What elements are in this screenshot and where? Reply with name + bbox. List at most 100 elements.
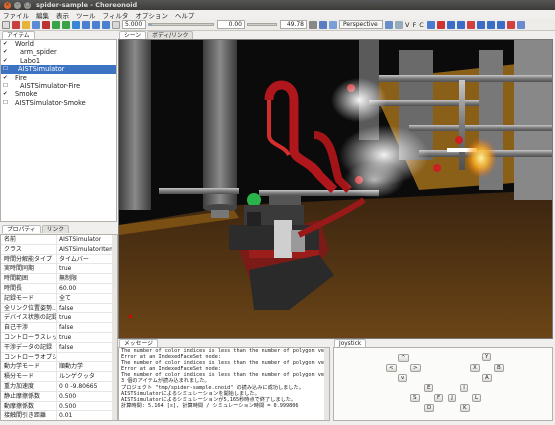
settings-icon[interactable] [112, 20, 120, 29]
property-value[interactable]: true [57, 333, 71, 342]
current-time-field[interactable]: 0.00 [217, 20, 245, 29]
close-window-button[interactable]: × [4, 1, 11, 9]
joystick-a-button[interactable]: A [482, 374, 492, 382]
property-value[interactable]: 全て [57, 294, 71, 303]
view-mode-select[interactable]: Perspective [339, 20, 383, 29]
property-row[interactable]: 積分モード ルンゲクッタ [1, 372, 117, 382]
message-view[interactable]: The number of color indices is less than… [118, 347, 330, 421]
stop-icon[interactable] [42, 20, 50, 29]
toggle-f[interactable]: F [412, 21, 416, 29]
tree-item-aistsimulator-fire[interactable]: ☐ AISTSimulator-Fire [1, 82, 116, 90]
scene-view[interactable] [118, 39, 553, 339]
joystick-y-button[interactable]: Y [482, 353, 492, 361]
property-value[interactable]: 60.00 [57, 284, 76, 293]
tree-item-smoke[interactable]: ✔ Smoke [1, 90, 116, 98]
fast-forward-icon[interactable] [72, 20, 80, 29]
move-icon[interactable] [446, 20, 455, 29]
property-value[interactable]: 0.01 [57, 411, 72, 420]
play-animation-icon[interactable] [92, 20, 100, 29]
property-row[interactable]: 全リンク位置姿勢... false [1, 303, 117, 314]
menu-tools[interactable]: ツール [76, 10, 96, 20]
joystick-i-button[interactable]: I [460, 384, 468, 392]
property-row[interactable]: 時間範囲 無制限 [1, 274, 117, 284]
property-value[interactable]: 0.500 [57, 392, 76, 401]
property-value[interactable]: 順動力学 [57, 362, 83, 371]
joystick-up-button[interactable]: ^ [398, 354, 409, 362]
property-row[interactable]: コントローラオプション [1, 352, 117, 363]
property-scrollbar[interactable] [112, 235, 117, 420]
property-value[interactable]: AISTSimulator [57, 235, 101, 244]
menu-filter[interactable]: フィルタ [103, 10, 129, 20]
joystick-s-button[interactable]: S [410, 394, 420, 402]
property-value[interactable]: false [57, 343, 73, 352]
menu-help[interactable]: ヘルプ [175, 10, 195, 20]
time-step-field[interactable]: 5.000 [122, 20, 146, 29]
property-value[interactable]: false [57, 323, 73, 332]
maximize-window-button[interactable]: □ [24, 1, 31, 9]
property-row[interactable]: 干渉データの記録 false [1, 342, 117, 353]
toggle-v[interactable]: V [405, 21, 409, 29]
menu-file[interactable]: ファイル [3, 10, 29, 20]
tree-item-aistsimulator-smoke[interactable]: ☐ AISTSimulator-Smoke [1, 99, 116, 107]
property-row[interactable]: 自己干渉 false [1, 323, 117, 333]
property-value[interactable]: ルンゲクッタ [57, 372, 95, 381]
resume-icon[interactable] [62, 20, 70, 29]
checkbox-aistsimulator[interactable]: ☐ [3, 66, 8, 72]
checkbox-smoke[interactable]: ✔ [3, 92, 8, 98]
time-range-slider[interactable] [247, 23, 277, 26]
property-value[interactable] [57, 353, 59, 362]
view-select-icon[interactable] [319, 20, 327, 29]
zoom-icon[interactable] [329, 20, 337, 29]
new-icon[interactable] [2, 20, 10, 29]
pause-icon[interactable] [102, 20, 110, 29]
property-value[interactable]: false [57, 304, 73, 313]
tab-links[interactable]: リンク [41, 225, 70, 233]
property-row[interactable]: 接触間引き距離 0.01 [1, 411, 117, 420]
tree-item-fire[interactable]: ✔ Fire [1, 74, 116, 82]
joystick-j-button[interactable]: J [448, 394, 456, 402]
rotate-icon[interactable] [456, 20, 465, 29]
joystick-k-button[interactable]: K [460, 404, 470, 412]
menu-edit[interactable]: 編集 [36, 10, 49, 20]
property-row[interactable]: 静止摩擦係数 0.500 [1, 391, 117, 402]
tree-item-arm-spider[interactable]: ✔ arm_spider [1, 48, 116, 56]
checkbox-aistsimulator-fire[interactable]: ☐ [3, 83, 8, 89]
property-row[interactable]: 動力学モード 順動力学 [1, 362, 117, 373]
property-row[interactable]: 名前 AISTSimulator [1, 235, 117, 245]
play-icon[interactable] [52, 20, 60, 29]
joystick-left-button[interactable]: < [386, 364, 397, 372]
joystick-l-button[interactable]: L [472, 394, 482, 402]
tab-scene[interactable]: シーン [119, 31, 147, 39]
property-row[interactable]: 時間分解能タイプ タイムバー [1, 254, 117, 265]
property-value[interactable]: AISTSimulatorItem [57, 245, 115, 254]
minimize-window-button[interactable]: – [14, 1, 21, 9]
menu-view[interactable]: 表示 [56, 10, 69, 20]
joystick-e-button[interactable]: E [424, 384, 434, 392]
tree-item-labo1[interactable]: ✔ Labo1 [1, 57, 116, 65]
time-slider[interactable] [148, 23, 214, 26]
tree-item-aistsimulator[interactable]: ☐ AISTSimulator [1, 65, 116, 74]
property-row[interactable]: 記録モード 全て [1, 293, 117, 304]
checkbox-labo1[interactable]: ✔ [3, 58, 8, 64]
tree-item-world[interactable]: ✔ World [1, 40, 116, 48]
joystick-b-button[interactable]: B [494, 364, 504, 372]
ik-icon[interactable] [476, 20, 485, 29]
property-row[interactable]: デバイス状態の記録 true [1, 313, 117, 324]
property-row[interactable]: 重力加速度 0 0 -9.80665 [1, 381, 117, 392]
open-icon[interactable] [22, 20, 30, 29]
save-icon[interactable] [32, 20, 40, 29]
property-row[interactable]: 実時間同期 true [1, 264, 117, 275]
joystick-down-button[interactable]: v [398, 374, 408, 382]
link-icon[interactable] [426, 20, 435, 29]
skip-back-icon[interactable] [82, 20, 90, 29]
key-icon[interactable] [496, 20, 505, 29]
property-value[interactable]: true [57, 313, 71, 322]
pin-icon[interactable] [466, 20, 475, 29]
flip-icon[interactable] [506, 20, 515, 29]
checkbox-arm-spider[interactable]: ✔ [3, 50, 8, 56]
tab-joystick[interactable]: Joystick [334, 339, 367, 347]
joystick-d-button[interactable]: D [424, 404, 435, 412]
tab-items[interactable]: アイテム [2, 31, 35, 39]
tab-body-link[interactable]: ボディ/リンク [147, 31, 194, 39]
menu-options[interactable]: オプション [135, 10, 168, 20]
